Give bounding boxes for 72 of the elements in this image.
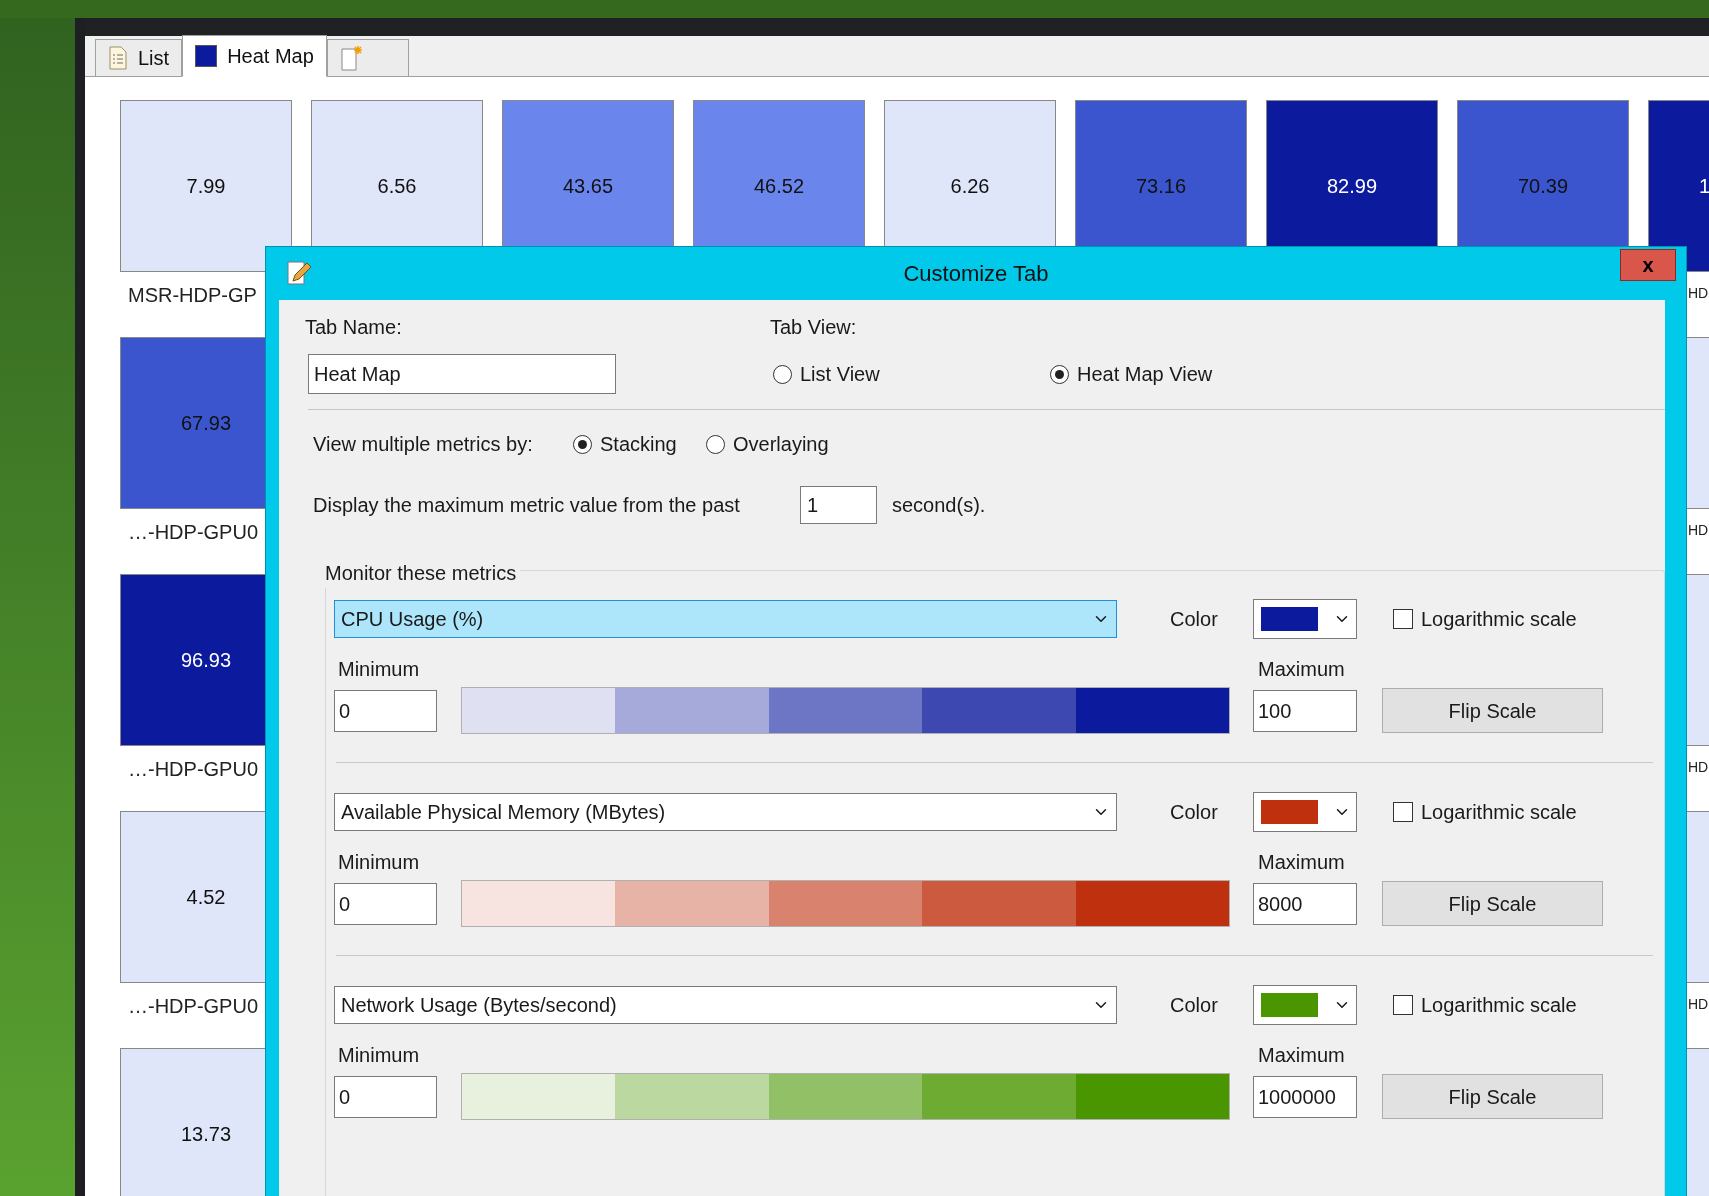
color-dropdown[interactable] — [1253, 985, 1357, 1025]
maximum-label: Maximum — [1258, 1043, 1345, 1068]
minimum-field[interactable]: 0 — [334, 882, 437, 925]
seconds-field[interactable]: 1 — [800, 486, 877, 524]
radio-button[interactable] — [573, 434, 592, 454]
radio-button[interactable] — [1050, 364, 1069, 384]
minimum-label: Minimum — [337, 657, 421, 682]
new-document-icon — [339, 45, 364, 71]
heat-map-tile[interactable]: 7.99 — [120, 100, 292, 272]
color-dropdown[interactable] — [1253, 599, 1357, 639]
logarithmic-checkbox[interactable]: Logarithmic scale — [1393, 990, 1577, 1020]
metric-dropdown[interactable]: CPU Usage (%) — [334, 600, 1117, 638]
color-label: Color — [1170, 607, 1219, 632]
tile-label: HD — [1688, 285, 1709, 301]
metric-dropdown[interactable]: Available Physical Memory (MBytes) — [334, 793, 1117, 831]
flip-scale-button[interactable]: Flip Scale — [1382, 881, 1603, 926]
tile-value: 13.73 — [180, 1122, 232, 1147]
tile-value: 7.99 — [186, 174, 226, 199]
maximum-field[interactable]: 8000 — [1253, 882, 1357, 925]
document-icon — [108, 46, 128, 70]
tab[interactable] — [326, 39, 409, 76]
minimum-field[interactable]: 0 — [334, 689, 437, 732]
radio-label[interactable]: Overlaying — [733, 429, 829, 459]
maximum-label: Maximum — [1258, 657, 1345, 682]
logarithmic-checkbox[interactable]: Logarithmic scale — [1393, 604, 1577, 634]
tile-value: 96.93 — [180, 648, 232, 673]
logarithmic-checkbox[interactable]: Logarithmic scale — [1393, 797, 1577, 827]
minimum-field[interactable]: 0 — [334, 1075, 437, 1118]
metric-dropdown[interactable]: Network Usage (Bytes/second) — [334, 986, 1117, 1024]
tile-value: 6.26 — [950, 174, 990, 199]
minimum-label: Minimum — [337, 850, 421, 875]
tile-label: HD — [1688, 996, 1709, 1012]
color-label: Color — [1170, 800, 1219, 825]
maximum-field[interactable]: 1000000 — [1253, 1075, 1357, 1118]
flip-scale-button[interactable]: Flip Scale — [1382, 688, 1603, 733]
tile-label: …-HDP-GPU0 — [128, 995, 258, 1017]
tile-label: HD — [1688, 522, 1709, 538]
color-label: Color — [1170, 993, 1219, 1018]
tile-label: …-HDP-GPU0 — [128, 521, 258, 543]
tab-view-label: Tab View: — [770, 315, 857, 340]
radio-button[interactable] — [706, 434, 725, 454]
tile-label: …-HDP-GPU0 — [128, 758, 258, 780]
tile-value: 82.99 — [1326, 174, 1378, 199]
tile-label: MSR-HDP-GP — [128, 284, 257, 306]
radio-label[interactable]: Heat Map View — [1077, 359, 1213, 389]
flip-scale-button[interactable]: Flip Scale — [1382, 1074, 1603, 1119]
radio-label[interactable]: List View — [800, 359, 880, 389]
seconds-unit: second(s). — [892, 493, 986, 518]
tile-value: 4.52 — [186, 885, 226, 910]
tab-name-label: Tab Name: — [305, 315, 403, 340]
tile-label: HD — [1688, 759, 1709, 775]
swatch-icon — [195, 45, 218, 67]
close-button[interactable]: x — [1620, 249, 1676, 281]
maximum-label: Maximum — [1258, 850, 1345, 875]
minimum-label: Minimum — [337, 1043, 421, 1068]
tile-value: 1 — [1699, 174, 1709, 199]
tile-value: 70.39 — [1517, 174, 1569, 199]
pencil-icon — [285, 259, 313, 287]
tab[interactable]: Heat Map — [182, 35, 327, 77]
color-dropdown[interactable] — [1253, 792, 1357, 832]
radio-button[interactable] — [773, 364, 792, 384]
tab[interactable]: List — [95, 39, 183, 76]
tile-value: 6.56 — [377, 174, 417, 199]
tile-value: 43.65 — [562, 174, 614, 199]
tile-value: 67.93 — [180, 411, 232, 436]
maximum-field[interactable]: 100 — [1253, 689, 1357, 732]
tab-name-field[interactable]: Heat Map — [308, 354, 616, 394]
stacking-label: View multiple metrics by: — [312, 432, 534, 457]
radio-label[interactable]: Stacking — [600, 429, 677, 459]
past-label: Display the maximum metric value from the past — [312, 493, 741, 518]
tile-value: 73.16 — [1135, 174, 1187, 199]
tile-value: 46.52 — [753, 174, 805, 199]
